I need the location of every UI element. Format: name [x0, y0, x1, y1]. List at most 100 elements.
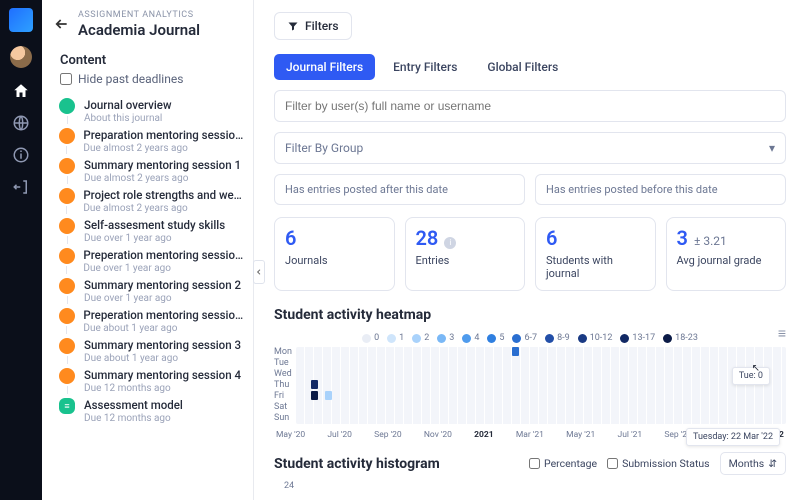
timeline-dot-icon: ≡: [59, 398, 75, 414]
percentage-toggle[interactable]: Percentage: [529, 457, 597, 470]
histogram-y-tick: 24: [284, 481, 786, 491]
main-panel: Filters Journal Filters Entry Filters Gl…: [254, 0, 800, 500]
stat-journals: 6 Journals: [274, 217, 395, 291]
heatmap-cell[interactable]: [512, 347, 519, 356]
sidebar-item[interactable]: Project role strengths and weak... Due a…: [58, 186, 245, 216]
timeline-dot-icon: [59, 128, 75, 144]
sidebar-item-subtitle: Due about 1 year ago: [84, 353, 241, 364]
legend-item: 8-9: [545, 333, 570, 343]
sidebar-item[interactable]: Preperation mentoring session 3 Due abou…: [58, 306, 245, 336]
stat-students-label: Students with journal: [546, 254, 645, 280]
legend-item: 1: [387, 333, 404, 343]
heatmap-day-label: Thu: [274, 380, 292, 391]
sidebar-item[interactable]: ≡ Assessment model Due 12 months ago: [58, 396, 245, 426]
sidebar-item[interactable]: Self-assesment study skills Due over 1 y…: [58, 216, 245, 246]
sidebar-item[interactable]: Preparation mentoring session 1 Due almo…: [58, 126, 245, 156]
stat-entries-label: Entries: [416, 254, 515, 267]
sidebar-item[interactable]: Summary mentoring session 3 Due about 1 …: [58, 336, 245, 366]
hide-past-deadlines-toggle[interactable]: Hide past deadlines: [42, 72, 253, 94]
timeline-dot-icon: [59, 248, 75, 264]
app-logo[interactable]: [9, 8, 33, 32]
timeline-dot-icon: [59, 368, 75, 384]
stat-entries: 28 i Entries: [405, 217, 526, 291]
sidebar-item[interactable]: Summary mentoring session 2 Due over 1 y…: [58, 276, 245, 306]
submission-status-toggle[interactable]: Submission Status: [607, 457, 710, 470]
sidebar-item-title: Summary mentoring session 3: [84, 338, 241, 352]
timeline-dot-icon: [59, 158, 75, 174]
submission-status-checkbox[interactable]: [607, 458, 618, 469]
logout-icon[interactable]: [12, 178, 30, 196]
heatmap-cell[interactable]: [325, 391, 332, 400]
tab-entry-filters[interactable]: Entry Filters: [381, 54, 469, 80]
sidebar-item[interactable]: Journal overview About this journal: [58, 96, 245, 126]
hide-past-label: Hide past deadlines: [78, 72, 183, 86]
sidebar-item-title: Preperation mentoring session 3: [83, 308, 245, 322]
legend-item: 3: [437, 333, 454, 343]
heatmap: ≡ 0123456-78-910-1213-1718-23 MonTueWedT…: [274, 329, 786, 440]
timeline-dot-icon: [59, 188, 75, 204]
hide-past-checkbox[interactable]: [60, 73, 72, 85]
timeline-dot-icon: [59, 338, 75, 354]
tab-global-filters[interactable]: Global Filters: [475, 54, 570, 80]
sidebar-item-subtitle: Due 12 months ago: [84, 413, 183, 424]
tab-journal-filters[interactable]: Journal Filters: [274, 54, 375, 80]
content-sidebar: ASSIGNMENT ANALYTICS Academia Journal Co…: [42, 0, 254, 500]
sidebar-item-title: Self-assesment study skills: [84, 218, 225, 232]
back-button[interactable]: [54, 16, 70, 36]
info-icon[interactable]: [12, 146, 30, 164]
filter-group-select[interactable]: Filter By Group ▾: [274, 132, 786, 164]
heatmap-x-tick: Jul '21: [618, 430, 643, 440]
sidebar-item-subtitle: Due 12 months ago: [84, 383, 241, 394]
legend-item: 4: [462, 333, 479, 343]
stat-students-value: 6: [546, 226, 557, 250]
sidebar-item-title: Preparation mentoring session 1: [83, 128, 245, 142]
stat-avg-grade: 3 ± 3.21 Avg journal grade: [666, 217, 787, 291]
timeline-dot-icon: [59, 308, 75, 324]
cursor-icon: ↖: [752, 363, 760, 374]
sidebar-item-title: Preperation mentoring session 2: [83, 248, 245, 262]
avatar[interactable]: [10, 46, 32, 68]
histogram-period-select[interactable]: Months ⇵: [720, 452, 786, 475]
heatmap-menu-icon[interactable]: ≡: [778, 325, 786, 342]
date-before-input[interactable]: Has entries posted before this date: [535, 174, 786, 205]
filter-group-label: Filter By Group: [285, 141, 363, 155]
heatmap-date-tooltip: Tuesday: 22 Mar '22: [686, 428, 780, 446]
heatmap-cell[interactable]: [311, 391, 318, 400]
sidebar-item-title: Summary mentoring session 4: [84, 368, 241, 382]
heatmap-day-label: Sun: [274, 413, 292, 424]
content-heading: Content: [42, 39, 253, 72]
page-title: Academia Journal: [78, 21, 200, 39]
filters-toggle[interactable]: Filters: [274, 12, 352, 40]
heatmap-x-tick: Mar '21: [516, 430, 544, 440]
sidebar-item-subtitle: About this journal: [84, 113, 172, 124]
stat-students: 6 Students with journal: [535, 217, 656, 291]
legend-item: 18-23: [663, 333, 698, 343]
sidebar-item[interactable]: Summary mentoring session 1 Due almost 2…: [58, 156, 245, 186]
legend-item: 13-17: [620, 333, 655, 343]
timeline-dot-icon: [59, 218, 75, 234]
sidebar-item-title: Journal overview: [84, 98, 172, 112]
home-icon[interactable]: [12, 82, 30, 100]
heatmap-grid[interactable]: Tue: 0 ↖: [296, 347, 786, 424]
heatmap-cell[interactable]: [311, 380, 318, 389]
percentage-checkbox[interactable]: [529, 458, 540, 469]
sidebar-item[interactable]: Summary mentoring session 4 Due 12 month…: [58, 366, 245, 396]
heatmap-day-label: Wed: [274, 369, 292, 380]
sidebar-item-subtitle: Due almost 2 years ago: [84, 173, 241, 184]
legend-item: 2: [412, 333, 429, 343]
globe-icon[interactable]: [12, 114, 30, 132]
heatmap-x-tick: Sep '20: [374, 430, 401, 440]
nav-rail: [0, 0, 42, 500]
filter-user-input[interactable]: [274, 90, 786, 122]
info-icon[interactable]: i: [444, 237, 456, 249]
legend-item: 6-7: [512, 333, 537, 343]
heatmap-x-tick: 2021: [474, 430, 494, 440]
date-after-input[interactable]: Has entries posted after this date: [274, 174, 525, 205]
stat-avg-label: Avg journal grade: [677, 254, 776, 267]
breadcrumb: ASSIGNMENT ANALYTICS: [78, 10, 200, 20]
histogram-title: Student activity histogram: [274, 456, 440, 472]
legend-item: 0: [362, 333, 379, 343]
sidebar-item[interactable]: Preperation mentoring session 2 Due over…: [58, 246, 245, 276]
sidebar-item-subtitle: Due almost 2 years ago: [83, 203, 245, 214]
sidebar-item-title: Summary mentoring session 2: [84, 278, 241, 292]
